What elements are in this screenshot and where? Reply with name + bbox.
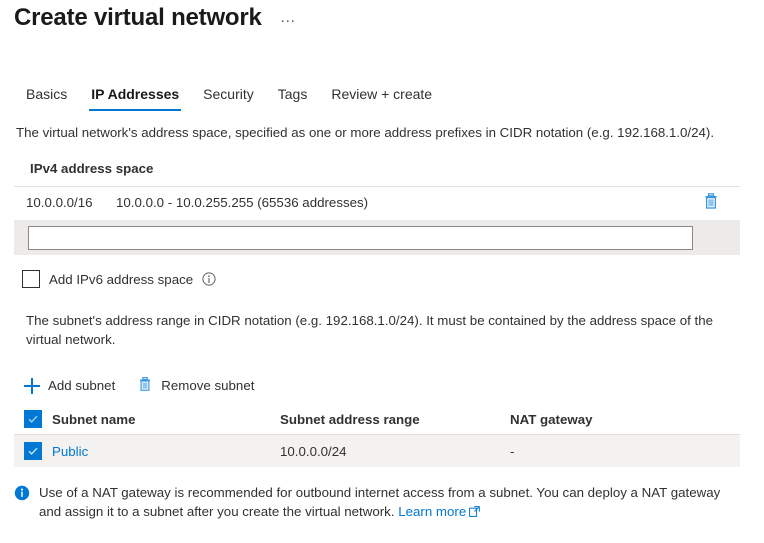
add-ipv6-checkbox[interactable] (22, 270, 40, 288)
plus-icon (24, 377, 40, 394)
address-space-row: 10.0.0.0/16 10.0.0.0 - 10.0.255.255 (655… (14, 187, 740, 217)
info-circle-icon (14, 485, 30, 501)
select-all-checkbox[interactable] (24, 410, 42, 428)
page-title: Create virtual network (14, 4, 262, 31)
page-header: Create virtual network … (14, 2, 303, 34)
remove-subnet-label: Remove subnet (161, 378, 255, 393)
learn-more-link[interactable]: Learn more (398, 504, 466, 519)
address-space-range: 10.0.0.0 - 10.0.255.255 (65536 addresses… (116, 194, 369, 210)
address-space-cidr: 10.0.0.0/16 (26, 194, 93, 210)
nat-gateway-info-banner: Use of a NAT gateway is recommended for … (14, 483, 740, 521)
trash-icon (137, 376, 153, 395)
column-header-subnet-name[interactable]: Subnet name (52, 412, 136, 427)
subnet-name-link[interactable]: Public (52, 444, 88, 459)
new-address-space-input[interactable] (28, 225, 693, 250)
info-banner-text: Use of a NAT gateway is recommended for … (39, 483, 739, 521)
nat-gateway-value: - (510, 443, 515, 459)
external-link-icon[interactable] (469, 503, 481, 517)
tab-review-create[interactable]: Review + create (319, 82, 444, 111)
ipv4-address-space-table: 10.0.0.0/16 10.0.0.0 - 10.0.255.255 (655… (14, 186, 740, 217)
ipv4-address-space-label: IPv4 address space (30, 161, 154, 176)
tab-ip-addresses[interactable]: IP Addresses (79, 82, 191, 111)
address-space-description: The virtual network's address space, spe… (16, 125, 715, 140)
column-header-nat-gateway[interactable]: NAT gateway (510, 412, 593, 427)
subnet-range-description: The subnet's address range in CIDR notat… (26, 313, 714, 347)
add-subnet-label: Add subnet (48, 378, 116, 393)
new-address-space-band (14, 220, 740, 255)
subnet-toolbar: Add subnet Remove subnet (22, 373, 256, 398)
tab-tags[interactable]: Tags (266, 82, 320, 111)
column-header-subnet-address-range[interactable]: Subnet address range (280, 412, 420, 427)
add-subnet-button[interactable]: Add subnet (22, 375, 117, 397)
trash-icon[interactable] (702, 192, 720, 210)
tab-basics[interactable]: Basics (14, 82, 79, 111)
info-banner-message: Use of a NAT gateway is recommended for … (39, 485, 721, 519)
add-ipv6-label: Add IPv6 address space (49, 271, 194, 287)
add-ipv6-address-space-row[interactable]: Add IPv6 address space (22, 270, 216, 288)
subnet-address-range-value: 10.0.0.0/24 (280, 443, 347, 459)
tab-security[interactable]: Security (191, 82, 266, 111)
subnet-grid-header: Subnet name Subnet address range NAT gat… (14, 404, 740, 435)
remove-subnet-button[interactable]: Remove subnet (135, 373, 256, 398)
table-row[interactable]: Public 10.0.0.0/24 - (14, 435, 740, 467)
info-circle-icon[interactable] (202, 272, 216, 286)
subnet-grid: Subnet name Subnet address range NAT gat… (14, 404, 740, 467)
row-select-checkbox[interactable] (24, 442, 42, 460)
more-options-icon[interactable]: … (274, 8, 303, 34)
create-virtual-network-page: Create virtual network … Basics IP Addre… (0, 0, 764, 543)
tab-bar: Basics IP Addresses Security Tags Review… (14, 82, 444, 111)
